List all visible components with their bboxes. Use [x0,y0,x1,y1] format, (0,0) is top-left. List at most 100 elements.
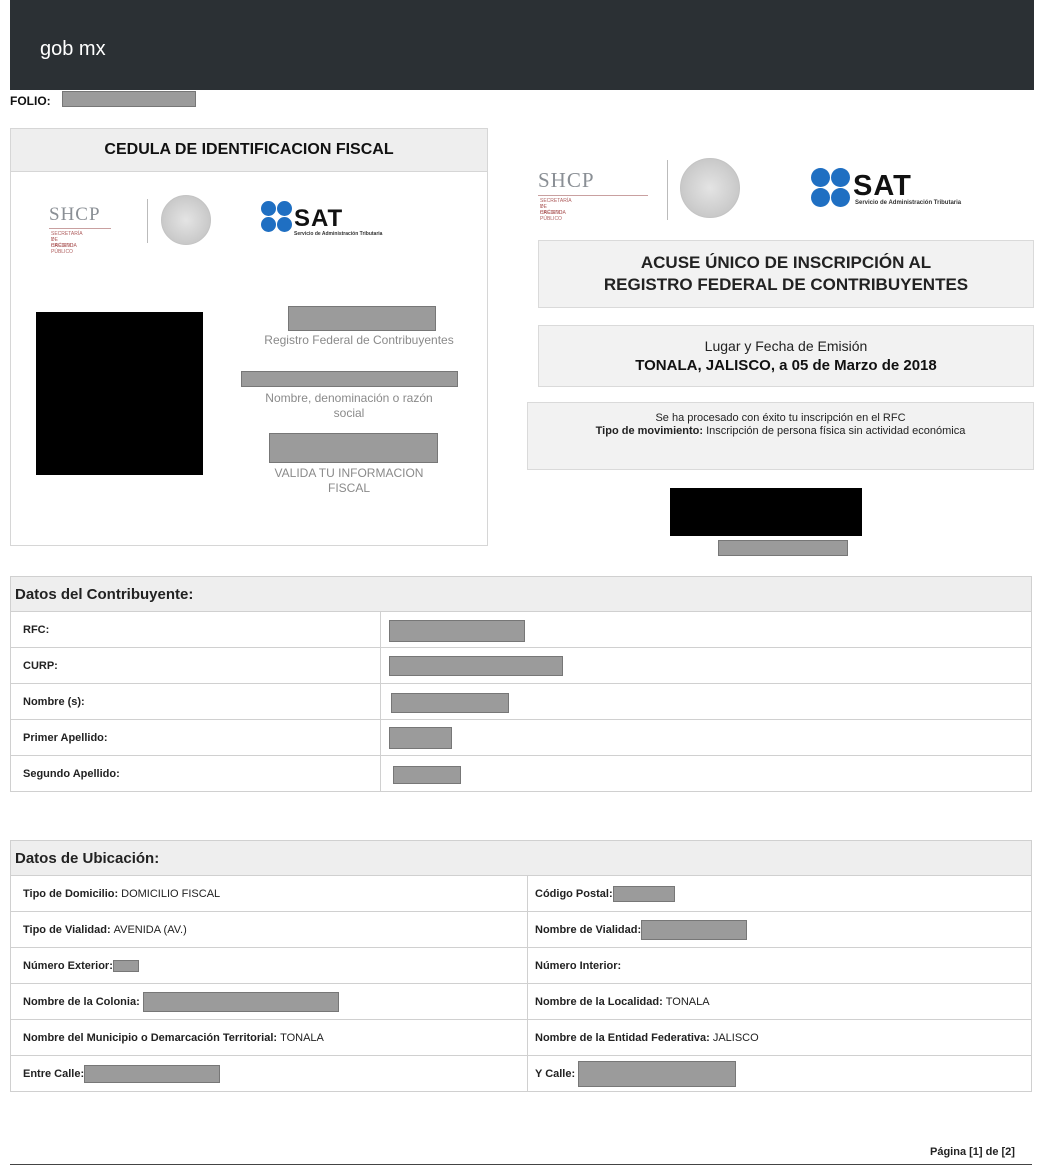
lugar-fecha-box: Lugar y Fecha de Emisión TONALA, JALISCO… [538,325,1034,387]
localidad: Nombre de la Localidad: TONALA [535,984,710,1019]
lugar-value: TONALA, JALISCO, a 05 de Marzo de 2018 [635,357,937,374]
colonia: Nombre de la Colonia: [23,984,339,1019]
municipio-value: TONALA [280,1031,324,1044]
barcode-redacted [670,488,862,536]
y-calle: Y Calle: [535,1056,737,1091]
sat-logo-sub: Servicio de Administración Tributaria [294,231,383,237]
logo-divider [147,199,148,243]
ubicacion-heading: Datos de Ubicación: [11,841,1031,876]
sat-logo-right-sub: Servicio de Administración Tributaria [855,200,962,206]
name-redacted [241,371,458,387]
shcp-logo-text: SHCP [49,204,101,225]
numero-interior: Número Interior: [535,948,624,983]
nombre-vialidad-redacted [641,919,748,940]
codigo-postal-label: Código Postal: [535,887,613,900]
tipo-movimiento-value: Inscripción de persona física sin activi… [706,425,966,437]
tipo-domicilio-label: Tipo de Domicilio: [23,887,119,900]
proceso-box: Se ha procesado con éxito tu inscripción… [527,402,1034,470]
name-caption: Nombre, denominación o razón social [265,391,433,420]
contribuyente-table: Datos del Contribuyente: RFC: CURP: Nomb… [10,576,1032,792]
tipo-domicilio-value: DOMICILIO FISCAL [121,887,221,900]
table-row: Número Exterior: Número Interior: [11,948,1031,984]
numero-exterior: Número Exterior: [23,948,139,983]
acuse-title-box: ACUSE ÚNICO DE INSCRIPCIÓN AL REGISTRO F… [538,240,1034,308]
table-row: Nombre del Municipio o Demarcación Terri… [11,1020,1031,1056]
numero-exterior-redacted [112,959,139,972]
nombre-vialidad: Nombre de Vialidad: [535,912,748,947]
segundo-apellido-redacted [393,766,461,784]
tipo-movimiento-label: Tipo de movimiento: [595,425,704,437]
entidad: Nombre de la Entidad Federativa: JALISCO [535,1020,759,1055]
shcp-logo-sub2: Y CRÉDITO PÚBLICO [51,237,74,255]
table-row: RFC: [11,612,1031,648]
header-bar [10,0,1034,90]
rfc-caption: Registro Federal de Contribuyentes [264,333,454,347]
logo-divider-right [667,160,668,220]
footer-divider [10,1164,1032,1165]
folio-redacted [62,91,196,107]
shcp-logo-right-sub2: Y CRÉDITO PÚBLICO [540,204,563,222]
entre-calle-label: Entre Calle: [23,1067,85,1080]
mexico-seal-icon [161,195,211,245]
ubicacion-table: Datos de Ubicación: Tipo de Domicilio: DO… [10,840,1032,1092]
acuse-title-line1: ACUSE ÚNICO DE INSCRIPCIÓN AL [640,253,932,272]
lugar-label: Lugar y Fecha de Emisión [704,338,868,354]
segundo-apellido-label: Segundo Apellido: [23,767,120,780]
barcode-number-redacted [718,540,848,556]
y-calle-redacted [578,1060,737,1087]
curp-label: CURP: [23,659,58,672]
mexico-seal-right-icon [680,158,740,218]
primer-apellido-redacted [389,727,452,749]
sat-logo-right-text: SAT [853,170,912,202]
primer-apellido-label: Primer Apellido: [23,731,108,744]
entidad-label: Nombre de la Entidad Federativa: [535,1031,710,1044]
tipo-domicilio: Tipo de Domicilio: DOMICILIO FISCAL [23,876,220,911]
proceso-message: Se ha procesado con éxito tu inscripción… [655,412,906,424]
municipio-label: Nombre del Municipio o Demarcación Terri… [23,1031,278,1044]
tipo-vialidad-value: AVENIDA (AV.) [113,923,187,936]
colonia-label: Nombre de la Colonia: [23,995,140,1008]
localidad-value: TONALA [665,995,710,1008]
table-row: Nombre (s): [11,684,1031,720]
page-indicator: Página [1] de [2] [930,1146,1015,1158]
numero-interior-label: Número Interior: [535,959,622,972]
nombre-vialidad-label: Nombre de Vialidad: [535,923,642,936]
table-row: Nombre de la Colonia: Nombre de la Local… [11,984,1031,1020]
cedula-card: CEDULA DE IDENTIFICACION FISCAL SHCP SEC… [10,128,488,546]
codigo-postal: Código Postal: [535,876,675,911]
tipo-vialidad-label: Tipo de Vialidad: [23,923,111,936]
acuse-title: ACUSE ÚNICO DE INSCRIPCIÓN AL REGISTRO F… [604,252,968,296]
rfc-label: RFC: [23,623,50,636]
contribuyente-heading: Datos del Contribuyente: [11,577,1031,612]
tipo-vialidad: Tipo de Vialidad: AVENIDA (AV.) [23,912,187,947]
codigo-postal-redacted [612,885,675,902]
municipio: Nombre del Municipio o Demarcación Terri… [23,1020,324,1055]
brand-logo[interactable]: gob mx [40,38,106,61]
table-row: CURP: [11,648,1031,684]
table-row: Primer Apellido: [11,720,1031,756]
sat-logo-text: SAT [294,205,344,232]
valida-caption: VALIDA TU INFORMACION FISCAL [274,466,424,495]
folio-label: FOLIO: [10,94,51,108]
table-row: Entre Calle: Y Calle: [11,1056,1031,1091]
table-row: Tipo de Vialidad: AVENIDA (AV.) Nombre de… [11,912,1031,948]
localidad-label: Nombre de la Localidad: [535,995,663,1008]
shcp-logo-right-text: SHCP [538,168,595,192]
validation-redacted [269,433,438,463]
numero-exterior-label: Número Exterior: [23,959,113,972]
acuse-title-line2: REGISTRO FEDERAL DE CONTRIBUYENTES [603,275,969,294]
tipo-movimiento: Tipo de movimiento: Inscripción de perso… [588,425,973,438]
nombre-label: Nombre (s): [23,695,85,708]
curp-value-redacted [389,656,563,676]
table-row: Segundo Apellido: [11,756,1031,791]
cedula-title: CEDULA DE IDENTIFICACION FISCAL [11,129,487,172]
colonia-redacted [142,991,339,1012]
qr-code-redacted [36,312,203,475]
y-calle-label: Y Calle: [535,1067,576,1080]
rfc-redacted [288,306,436,331]
nombre-value-redacted [391,693,509,713]
entidad-value: JALISCO [712,1031,759,1044]
entre-calle-redacted [84,1064,221,1083]
table-row: Tipo de Domicilio: DOMICILIO FISCAL Códig… [11,876,1031,912]
rfc-value-redacted [389,620,525,642]
